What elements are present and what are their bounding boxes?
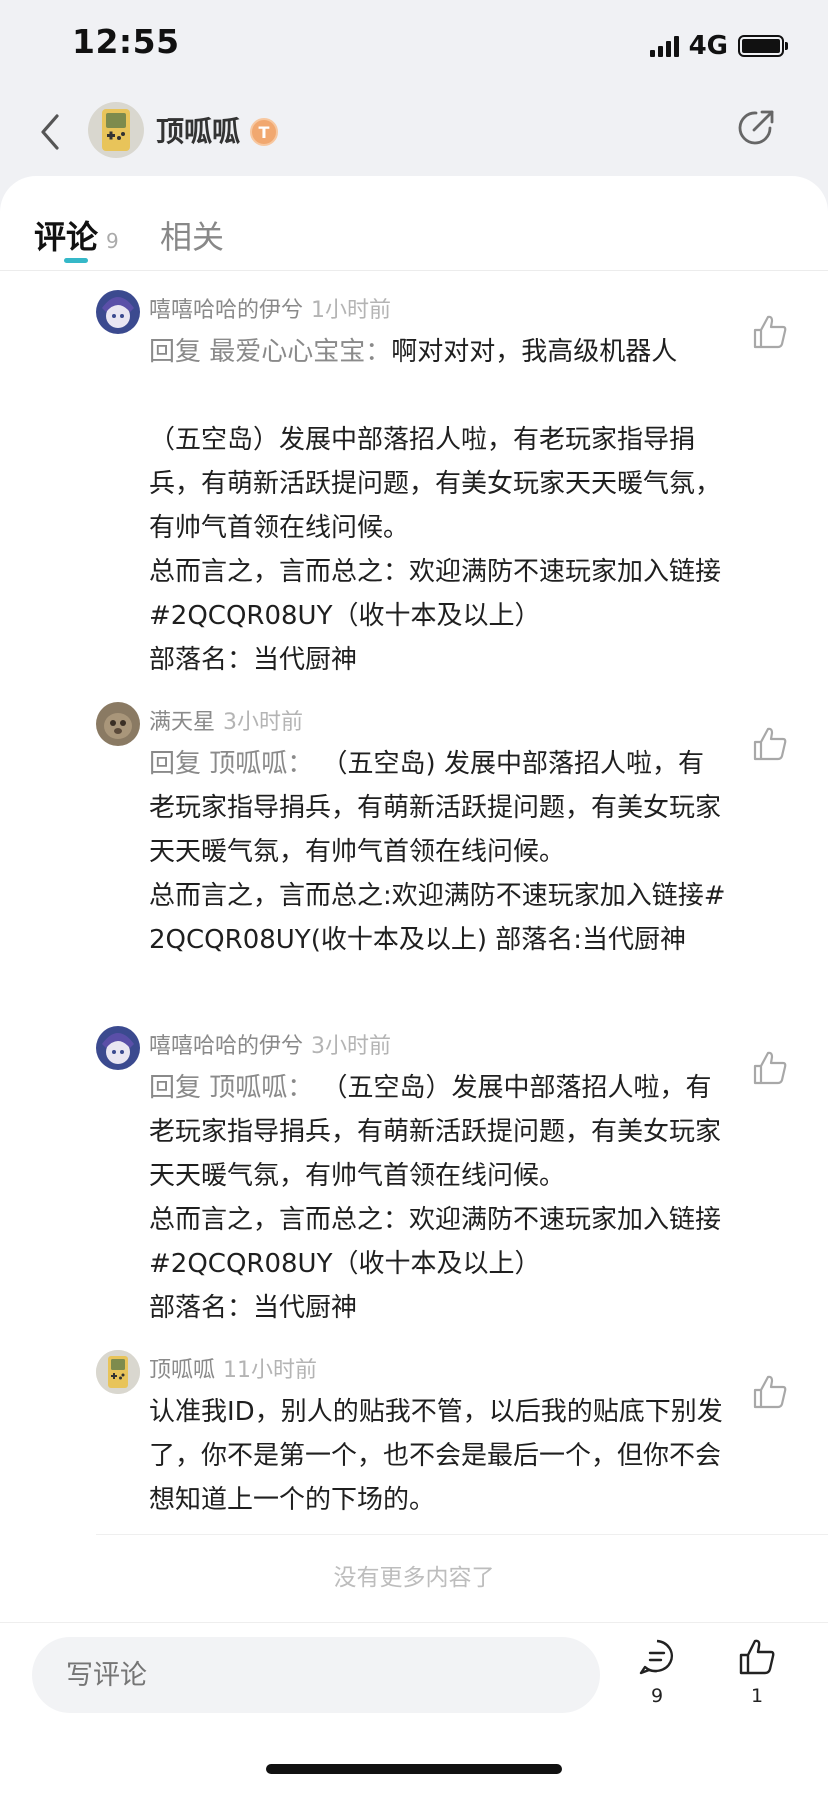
tab-bar: 评论 9 相关 <box>0 176 828 271</box>
like-icon[interactable] <box>750 312 790 352</box>
divider <box>96 1534 828 1535</box>
commenter-avatar[interactable] <box>96 1026 140 1070</box>
thumbs-up-icon <box>739 1639 775 1675</box>
tab-indicator <box>64 258 88 263</box>
comment-count: 9 <box>650 1685 664 1707</box>
tab-related[interactable]: 相关 <box>160 212 224 258</box>
comment-body: 啊对对对，我高级机器人 （五空岛）发展中部落招人啦，有老玩家指导捐兵，有萌新活跃… <box>149 337 722 675</box>
status-indicators: 4G <box>649 30 788 62</box>
commenter-name[interactable]: 嘻嘻哈哈的伊兮 <box>149 298 303 323</box>
commenter-avatar[interactable] <box>96 1350 140 1394</box>
reply-target[interactable]: 最爱心心宝宝： <box>209 337 391 367</box>
reply-prefix: 回复 <box>149 749 202 779</box>
commenter-name[interactable]: 满天星 <box>149 710 215 735</box>
status-bar: 12:55 4G <box>0 0 828 92</box>
reply-prefix: 回复 <box>149 1073 202 1103</box>
tab-comments-label: 评论 <box>34 218 99 256</box>
comment-text[interactable]: 回复 最爱心心宝宝：啊对对对，我高级机器人 （五空岛）发展中部落招人啦，有老玩家… <box>149 330 729 682</box>
battery-icon <box>738 35 788 57</box>
comment-meta: 嘻嘻哈哈的伊兮 3小时前 <box>149 1028 391 1060</box>
comment-input[interactable] <box>32 1637 600 1713</box>
no-more-content: 没有更多内容了 <box>333 1565 495 1591</box>
tab-comments[interactable]: 评论 9 <box>34 212 119 258</box>
reply-target[interactable]: 顶呱呱： <box>209 1073 313 1103</box>
like-icon[interactable] <box>750 1048 790 1088</box>
commenter-name[interactable]: 顶呱呱 <box>149 1358 215 1383</box>
reply-target[interactable]: 顶呱呱： <box>209 749 313 779</box>
comment-meta: 顶呱呱 11小时前 <box>149 1352 317 1384</box>
comment-icon <box>639 1639 673 1675</box>
comment-text[interactable]: 回复 顶呱呱： （五空岛) 发展中部落招人啦，有老玩家指导捐兵，有萌新活跃提问题… <box>149 742 729 962</box>
comment-count-button[interactable]: 9 <box>627 1637 687 1707</box>
like-icon[interactable] <box>750 1372 790 1412</box>
comment-text[interactable]: 认准我ID，别人的贴我不管，以后我的贴底下别发了，你不是第一个，也不会是最后一个… <box>149 1390 729 1522</box>
nav-bar: 顶呱呱 T <box>0 92 828 172</box>
status-time: 12:55 <box>72 22 180 61</box>
reply-prefix: 回复 <box>149 337 202 367</box>
comment-time: 1小时前 <box>311 298 392 323</box>
comment-body: （五空岛）发展中部落招人啦，有老玩家指导捐兵，有萌新活跃提问题，有美女玩家天天暖… <box>149 1073 722 1323</box>
comment-meta: 嘻嘻哈哈的伊兮 1小时前 <box>149 292 391 324</box>
comment-text[interactable]: 回复 顶呱呱： （五空岛）发展中部落招人啦，有老玩家指导捐兵，有萌新活跃提问题，… <box>149 1066 729 1330</box>
rank-badge: T <box>250 118 278 146</box>
comment-time: 3小时前 <box>311 1034 392 1059</box>
like-count: 1 <box>750 1685 764 1707</box>
author-avatar[interactable] <box>88 102 144 158</box>
share-icon[interactable] <box>734 106 782 154</box>
commenter-name[interactable]: 嘻嘻哈哈的伊兮 <box>149 1034 303 1059</box>
nav-title[interactable]: 顶呱呱 <box>156 110 240 150</box>
comment-meta: 满天星 3小时前 <box>149 704 303 736</box>
like-icon[interactable] <box>750 724 790 764</box>
like-button[interactable]: 1 <box>727 1637 787 1707</box>
tab-comments-count: 9 <box>106 229 119 253</box>
back-icon[interactable] <box>26 106 74 158</box>
signal-icon <box>649 35 679 57</box>
commenter-avatar[interactable] <box>96 702 140 746</box>
comment-body: （五空岛) 发展中部落招人啦，有老玩家指导捐兵，有萌新活跃提问题，有美女玩家天天… <box>149 749 726 955</box>
comment-time: 11小时前 <box>223 1358 318 1383</box>
comment-time: 3小时前 <box>223 710 304 735</box>
commenter-avatar[interactable] <box>96 290 140 334</box>
network-type: 4G <box>688 31 728 61</box>
home-indicator <box>266 1764 562 1774</box>
